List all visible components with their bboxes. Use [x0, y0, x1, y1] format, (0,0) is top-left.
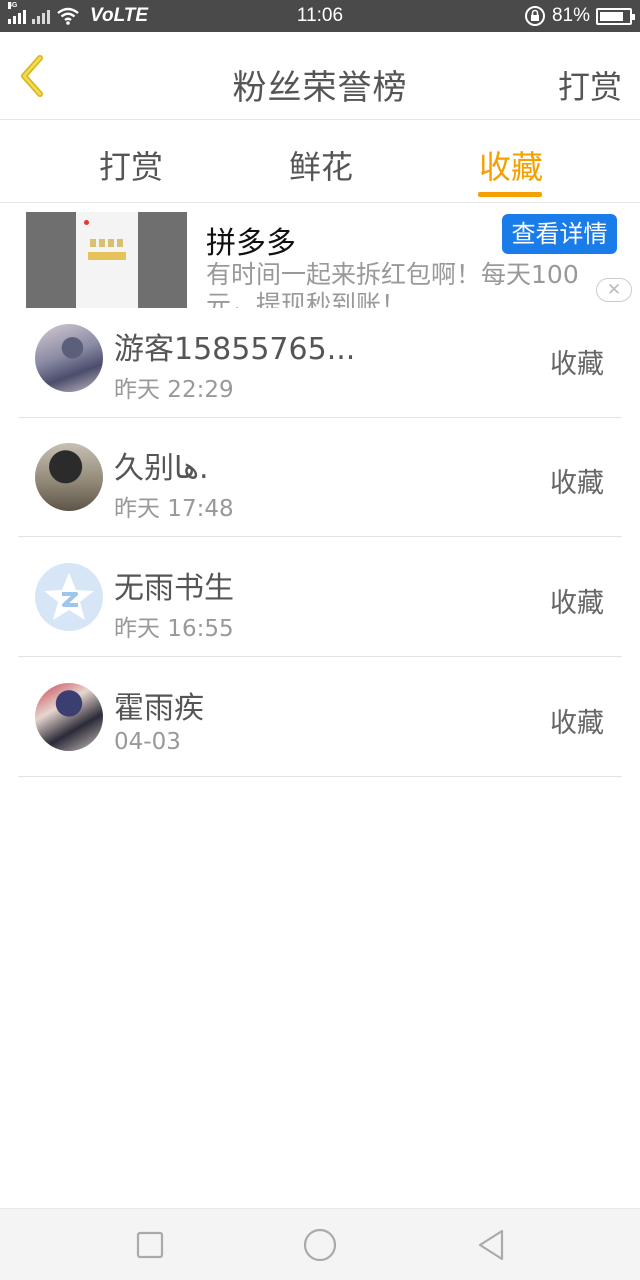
ad-description: 有时间一起来拆红包啊！每天100 [206, 260, 579, 289]
tab-reward[interactable]: 打赏 [71, 142, 191, 188]
tab-bar: 打赏 鲜花 收藏 [0, 120, 640, 203]
reward-button[interactable]: 打赏 [558, 62, 622, 108]
battery-icon [596, 7, 635, 25]
list-item[interactable]: 久别ها. 昨天 17:48 收藏 [18, 417, 622, 537]
avatar [35, 683, 103, 751]
avatar [35, 563, 103, 631]
fan-action: 收藏 [550, 349, 604, 380]
top-app-bar: 粉丝荣誉榜 打赏 [0, 32, 640, 120]
tab-favorites[interactable]: 收藏 [451, 142, 571, 188]
status-bar: 4G VoLTE 11:06 81% [0, 0, 640, 32]
tab-flowers[interactable]: 鲜花 [261, 142, 381, 188]
ad-banner[interactable]: 拼多多 有时间一起来拆红包啊！每天100 元，提现秒到账！ 查看详情 [0, 204, 640, 308]
back-nav-button[interactable] [472, 1227, 508, 1263]
square-icon [136, 1231, 164, 1259]
ad-thumbnail [26, 212, 187, 308]
fan-action: 收藏 [550, 708, 604, 739]
fan-action: 收藏 [550, 468, 604, 499]
list-item[interactable]: 无雨书生 昨天 16:55 收藏 [18, 537, 622, 657]
avatar [35, 443, 103, 511]
fan-name: 霍雨疾 [114, 691, 204, 726]
system-nav-bar [0, 1208, 640, 1280]
list-item[interactable]: 游客15855765... 昨天 22:29 收藏 [18, 298, 622, 418]
active-tab-indicator [478, 192, 542, 197]
triangle-back-icon [478, 1229, 504, 1261]
home-button[interactable] [302, 1227, 338, 1263]
battery-percent: 81% [551, 5, 590, 26]
fan-time: 昨天 17:48 [114, 496, 234, 522]
avatar [35, 324, 103, 392]
page-title: 粉丝荣誉榜 [232, 68, 408, 108]
status-right: 81% [524, 4, 635, 28]
recent-apps-button[interactable] [132, 1227, 168, 1263]
ad-title: 拼多多 [206, 226, 296, 261]
list-item[interactable]: 霍雨疾 04-03 收藏 [18, 657, 622, 777]
fan-name: 久别ها. [114, 451, 209, 486]
fan-time: 昨天 22:29 [114, 377, 234, 403]
fan-action: 收藏 [550, 588, 604, 619]
fan-name: 游客15855765... [114, 332, 356, 367]
rotation-lock-icon [524, 6, 545, 26]
view-details-button[interactable]: 查看详情 [502, 214, 617, 254]
fan-time: 04-03 [114, 729, 181, 755]
circle-icon [303, 1228, 337, 1262]
fan-time: 昨天 16:55 [114, 616, 234, 642]
star-logo-icon [44, 573, 94, 620]
fan-name: 无雨书生 [114, 571, 234, 606]
